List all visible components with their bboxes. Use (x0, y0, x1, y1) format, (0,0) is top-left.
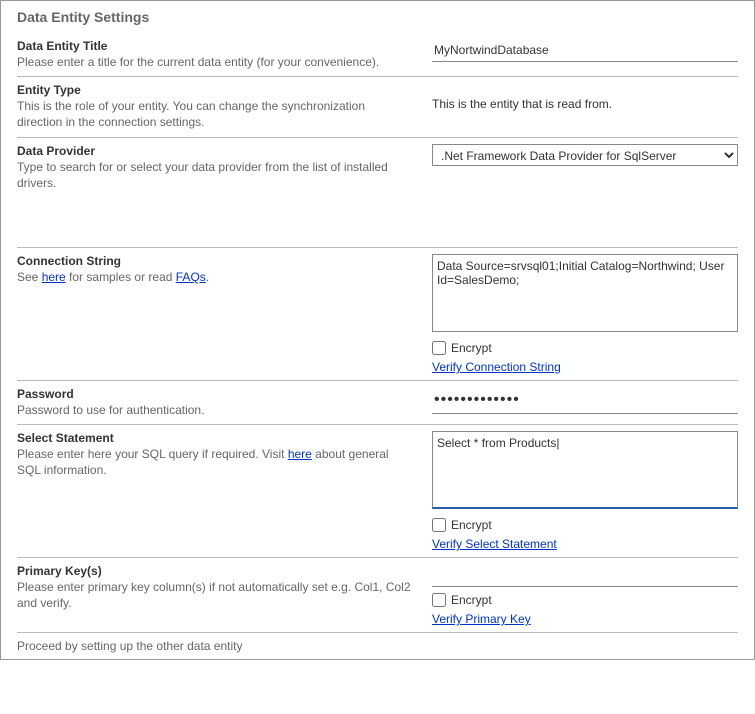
primary-key-encrypt-label: Encrypt (451, 593, 492, 607)
data-entity-title-label: Data Entity Title (17, 39, 412, 53)
footer-text: Proceed by setting up the other data ent… (1, 633, 754, 659)
connection-string-label: Connection String (17, 254, 412, 268)
verify-connection-string-link[interactable]: Verify Connection String (432, 360, 561, 374)
primary-key-desc: Please enter primary key column(s) if no… (17, 579, 412, 611)
data-entity-title-desc: Please enter a title for the current dat… (17, 54, 412, 70)
password-input[interactable] (432, 387, 738, 414)
select-statement-label: Select Statement (17, 431, 412, 445)
select-statement-encrypt-checkbox[interactable] (432, 518, 446, 532)
connection-string-here-link[interactable]: here (42, 270, 66, 284)
data-provider-desc: Type to search for or select your data p… (17, 159, 412, 191)
connection-string-faqs-link[interactable]: FAQs (176, 270, 206, 284)
connection-string-encrypt-checkbox[interactable] (432, 341, 446, 355)
password-label: Password (17, 387, 412, 401)
verify-select-statement-link[interactable]: Verify Select Statement (432, 537, 557, 551)
entity-type-value: This is the entity that is read from. (432, 83, 738, 111)
select-statement-here-link[interactable]: here (288, 447, 312, 461)
page-title: Data Entity Settings (1, 1, 754, 33)
connection-string-desc: See here for samples or read FAQs. (17, 269, 412, 285)
data-provider-select[interactable]: .Net Framework Data Provider for SqlServ… (432, 144, 738, 166)
verify-primary-key-link[interactable]: Verify Primary Key (432, 612, 531, 626)
select-statement-encrypt-label: Encrypt (451, 518, 492, 532)
select-statement-textarea[interactable]: Select * from Products| (432, 431, 738, 509)
password-desc: Password to use for authentication. (17, 402, 412, 418)
entity-type-label: Entity Type (17, 83, 412, 97)
data-provider-label: Data Provider (17, 144, 412, 158)
primary-key-label: Primary Key(s) (17, 564, 412, 578)
primary-key-input[interactable] (432, 564, 738, 587)
data-entity-title-input[interactable] (432, 39, 738, 62)
select-statement-desc: Please enter here your SQL query if requ… (17, 446, 412, 478)
primary-key-encrypt-checkbox[interactable] (432, 593, 446, 607)
connection-string-encrypt-label: Encrypt (451, 341, 492, 355)
connection-string-textarea[interactable]: Data Source=srvsql01;Initial Catalog=Nor… (432, 254, 738, 332)
entity-type-desc: This is the role of your entity. You can… (17, 98, 412, 130)
